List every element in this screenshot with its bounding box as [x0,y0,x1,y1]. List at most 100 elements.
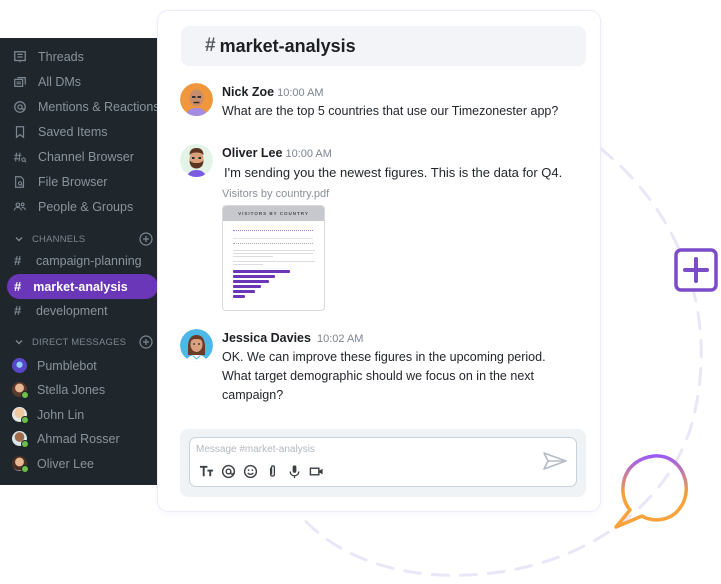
message-input[interactable] [196,442,516,456]
channels-section-header[interactable]: CHANNELS [0,229,166,249]
channel-label: campaign-planning [36,253,142,268]
sidebar-item-all-dms[interactable]: All DMs [0,69,166,94]
message-text: OK. We can improve these figures in the … [222,350,546,402]
channels-label: CHANNELS [32,233,86,245]
channel-search-icon [12,149,28,165]
plus-square-icon [674,248,718,292]
dm-label: Ahmad Rosser [37,431,120,446]
online-status-icon [21,416,29,424]
attachment-filename[interactable]: Visitors by country.pdf [222,188,582,200]
channel-label: development [36,303,108,318]
composer-area [180,429,586,497]
direct-messages-label: DIRECT MESSAGES [32,336,127,348]
sidebar-item-label: People & Groups [38,199,134,214]
dm-label: John Lin [37,407,85,422]
channel-header: # market-analysis [181,26,586,66]
avatar-oliver-lee[interactable] [180,144,213,177]
pdf-bar [233,285,261,288]
avatar-jessica-davies[interactable] [180,329,213,362]
online-status-icon [21,465,29,473]
sidebar-item-label: Threads [38,49,84,64]
message-text: I'm sending you the newest figures. This… [224,165,563,180]
message-author[interactable]: Nick Zoe [222,85,274,99]
avatar [12,431,29,448]
message-author[interactable]: Oliver Lee [222,146,282,160]
sidebar-dm-pumblebot[interactable]: Pumblebot [0,353,166,378]
sidebar-item-file-browser[interactable]: File Browser [0,169,166,194]
add-channel-icon[interactable] [139,232,153,246]
avatar-nick-zoe[interactable] [180,83,213,116]
message-composer [189,437,577,487]
all-dms-icon [12,74,28,90]
pdf-preview[interactable]: VISITORS BY COUNTRY [222,205,325,311]
pdf-bar [233,290,255,293]
hash-icon: # [205,35,216,56]
sidebar-dm-ahmad-rosser[interactable]: Ahmad Rosser [0,426,166,451]
pdf-text-line [233,256,273,257]
dm-label: Pumblebot [37,358,97,373]
sidebar-dm-stella-jones[interactable]: Stella Jones [0,377,166,402]
chat-bubble-icon [614,454,688,529]
dm-label: Stella Jones [37,382,106,397]
message-author[interactable]: Jessica Davies [222,331,311,345]
sidebar-item-label: File Browser [38,174,108,189]
channel-title: market-analysis [219,35,356,56]
sidebar-item-mentions[interactable]: Mentions & Reactions [0,94,166,119]
sidebar-item-label: Saved Items [38,124,108,139]
avatar [12,456,29,473]
message-text: What are the top 5 countries that use ou… [222,104,559,118]
microphone-icon[interactable] [285,462,303,480]
pdf-table-values [233,243,313,244]
sidebar-dm-oliver-lee[interactable]: Oliver Lee [0,451,166,476]
pdf-text-line [233,250,315,251]
sidebar-channel-campaign-planning[interactable]: # campaign-planning [0,248,166,273]
pdf-bar [233,295,245,298]
text-format-icon[interactable] [197,462,215,480]
sidebar: Threads All DMs Mentions & Reactions Sav… [0,38,166,485]
send-icon[interactable] [542,450,568,472]
sidebar-item-people-groups[interactable]: People & Groups [0,194,166,219]
chat-panel: # market-analysis Nick Zoe 10:00 AM What … [158,11,600,511]
emoji-icon[interactable] [241,462,259,480]
composer-toolbar [197,462,329,480]
sidebar-channel-market-analysis[interactable]: # market-analysis [7,274,158,299]
at-icon [12,99,28,115]
dm-label: Oliver Lee [37,456,94,471]
sidebar-item-saved-items[interactable]: Saved Items [0,119,166,144]
sidebar-channel-development[interactable]: # development [0,298,166,323]
chevron-down-icon [15,237,23,242]
hash-icon: # [14,253,22,268]
channel-label: market-analysis [33,279,128,294]
mention-icon[interactable] [219,462,237,480]
sidebar-item-label: Channel Browser [38,149,134,164]
message-time: 10:00 AM [277,87,324,99]
sidebar-dm-john-lin[interactable]: John Lin [0,402,166,427]
pdf-bar [233,275,275,278]
direct-messages-section-header[interactable]: DIRECT MESSAGES [0,332,166,352]
pdf-table-header [233,230,313,231]
message-time: 10:02 AM [316,333,364,345]
sidebar-item-channel-browser[interactable]: Channel Browser [0,144,166,169]
sidebar-item-label: All DMs [38,74,82,89]
avatar [12,358,27,373]
avatar [12,382,29,399]
bookmark-icon [12,124,28,140]
pdf-text-line [233,264,263,265]
sidebar-item-threads[interactable]: Threads [0,44,166,69]
pdf-bar [233,280,269,283]
online-status-icon [21,440,29,448]
avatar [12,407,29,424]
video-icon[interactable] [307,462,325,480]
online-status-icon [21,391,29,399]
threads-icon [12,49,28,65]
message-time: 10:00 AM [285,148,332,160]
people-icon [12,199,28,215]
file-search-icon [12,174,28,190]
chevron-down-icon [15,340,23,345]
pdf-table-divider [233,238,313,239]
pdf-text-line [233,253,313,254]
attach-icon[interactable] [263,462,281,480]
hash-icon: # [14,279,22,294]
hash-icon: # [14,303,22,318]
add-dm-icon[interactable] [139,335,153,349]
